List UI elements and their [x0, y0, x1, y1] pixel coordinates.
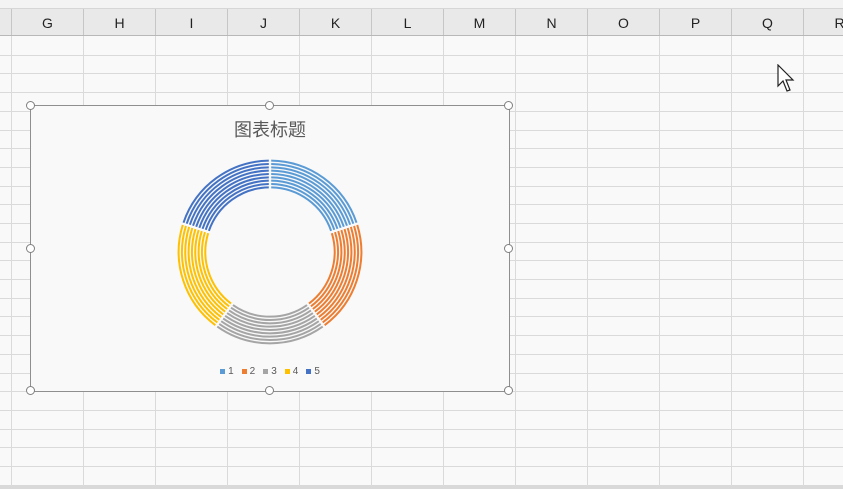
resize-handle[interactable] [504, 243, 513, 253]
resize-handle[interactable] [26, 386, 35, 395]
column-gridline [587, 36, 588, 485]
resize-handle[interactable] [504, 386, 513, 395]
row-gridline [0, 447, 843, 448]
column-header-R[interactable]: R [803, 9, 843, 35]
column-gridline [659, 36, 660, 485]
resize-handle[interactable] [26, 243, 35, 253]
row-gridline [0, 466, 843, 467]
column-gridline [11, 36, 12, 485]
resize-handle[interactable] [265, 101, 274, 110]
legend-swatch [263, 368, 269, 374]
resize-handle[interactable] [26, 101, 35, 110]
row-gridline [0, 410, 843, 411]
legend-swatch [241, 368, 247, 374]
legend-label: 1 [228, 366, 234, 377]
legend-label: 4 [292, 366, 299, 377]
column-header-P[interactable]: P [659, 9, 731, 35]
column-header-L[interactable]: L [371, 9, 443, 35]
legend-label: 3 [271, 366, 277, 377]
column-header-K[interactable]: K [299, 9, 371, 35]
column-header-G[interactable]: G [11, 9, 83, 35]
legend-entry-1[interactable]: 1 [220, 366, 234, 377]
row-gridline [0, 55, 843, 56]
legend-swatch [306, 368, 312, 374]
column-header-H[interactable]: H [83, 9, 155, 35]
column-gridline [731, 36, 732, 485]
legend-entry-2[interactable]: 2 [241, 366, 256, 377]
mouse-cursor-icon [777, 64, 795, 92]
chart-legend[interactable]: 1 2 3 4 5 [31, 366, 509, 377]
column-header-N[interactable]: N [515, 9, 587, 35]
chart-plot-area [177, 159, 363, 345]
column-header-Q[interactable]: Q [731, 9, 803, 35]
row-gridline [0, 73, 843, 74]
doughnut-chart[interactable]: 图表标题 12345 [26, 101, 513, 395]
legend-label: 2 [249, 366, 256, 377]
legend-label: 5 [314, 366, 320, 377]
resize-handle[interactable] [504, 101, 513, 110]
horizontal-scrollbar[interactable] [0, 485, 843, 489]
legend-swatch [220, 368, 226, 374]
legend-entry-5[interactable]: 5 [306, 366, 320, 377]
row-gridline [0, 92, 843, 93]
column-header-J[interactable]: J [227, 9, 299, 35]
column-header-row: GHIJKLMNOPQR [0, 9, 843, 36]
legend-entry-4[interactable]: 4 [284, 366, 299, 377]
toolbar-strip [0, 0, 843, 9]
column-header-M[interactable]: M [443, 9, 515, 35]
resize-handle[interactable] [265, 386, 274, 395]
legend-swatch [284, 368, 290, 374]
column-header-O[interactable]: O [587, 9, 659, 35]
row-gridline [0, 429, 843, 430]
doughnut-segment-series1-point4 [204, 232, 232, 305]
legend-entry-3[interactable]: 3 [263, 366, 277, 377]
column-gridline [803, 36, 804, 485]
column-gridline [515, 36, 516, 485]
doughnut-segment-series1-point2 [308, 232, 336, 305]
column-header-I[interactable]: I [155, 9, 227, 35]
